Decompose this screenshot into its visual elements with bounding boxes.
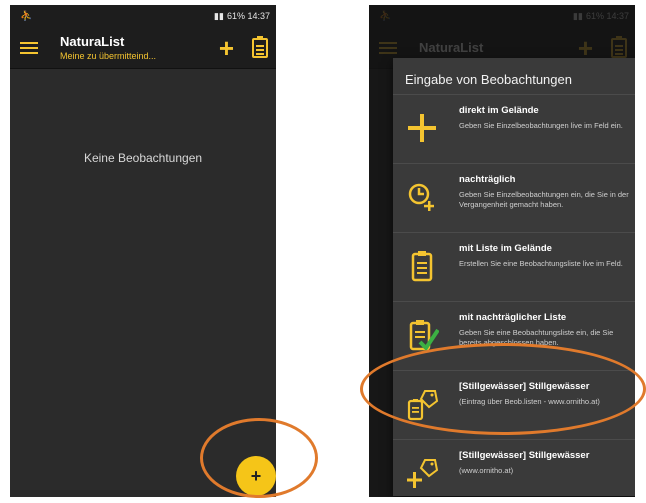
status-info: ▮▮ 61% 14:37 [214,11,270,22]
option-title: direkt im Gelände [459,105,539,116]
dialog-title: Eingabe von Beobachtungen [405,72,572,87]
option-direct-field[interactable]: direkt im Gelände Geben Sie Einzelbeobac… [393,94,635,163]
option-desc: Geben Sie Einzelbeobachtungen live im Fe… [459,121,623,130]
plus-tag-icon [405,456,439,490]
clock-plus-icon [405,180,439,214]
status-text: 61% 14:37 [226,11,270,21]
highlight-circle-fab [200,418,318,498]
menu-icon[interactable] [20,41,38,54]
app-title: NaturaList [60,34,125,49]
empty-message: Keine Beobachtungen [83,151,203,165]
signal-icon: ▮▮ [214,10,224,21]
person-icon: ⛹ [20,10,33,22]
option-title: mit nachträglicher Liste [459,312,567,323]
status-bar: ⛹ ▮▮ 61% 14:37 [10,5,276,27]
clipboard-check-icon [405,318,440,352]
clipboard-icon[interactable] [252,35,268,58]
add-icon[interactable]: + [219,35,234,61]
option-title: mit Liste im Gelände [459,243,552,254]
app-subtitle[interactable]: Meine zu übermitteind... [60,51,219,61]
option-title: [Stillgewässer] Stillgewässer [459,450,590,461]
option-stillgewaesser[interactable]: [Stillgewässer] Stillgewässer (www.ornit… [393,439,635,497]
highlight-circle-option [360,343,646,435]
plus-icon [405,111,439,145]
clipboard-icon [405,249,439,283]
app-titles: NaturaList Meine zu übermitteind... [60,34,219,61]
option-list-field[interactable]: mit Liste im Gelände Erstellen Sie eine … [393,232,635,301]
app-bar: NaturaList Meine zu übermitteind... + [10,27,276,69]
option-desc: Erstellen Sie eine Beobachtungsliste liv… [459,259,623,268]
option-desc: Geben Sie Einzelbeobachtungen ein, die S… [459,190,629,210]
option-retrospective[interactable]: nachträglich Geben Sie Einzelbeobachtung… [393,163,635,232]
option-title: nachträglich [459,174,516,185]
option-desc: (www.ornitho.at) [459,466,514,475]
